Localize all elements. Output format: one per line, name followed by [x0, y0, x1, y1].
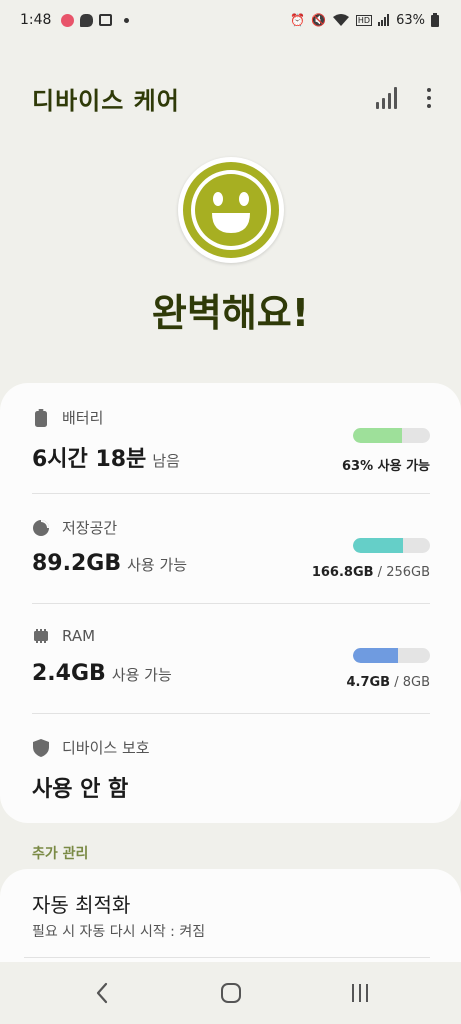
battery-percent: 63% [396, 12, 425, 28]
battery-icon [431, 13, 439, 27]
volte-icon: HD [355, 14, 373, 26]
list-divider [24, 957, 430, 958]
storage-available-suffix: 사용 가능 [127, 556, 188, 574]
device-summary-card: 배터리 6시간 18분 남음 63% 사용 가능 저장공간 89.2GB 사용 … [0, 383, 461, 823]
battery-remaining: 6시간 18분 [32, 447, 147, 472]
gallery-icon [99, 14, 113, 26]
battery-icon [32, 408, 50, 427]
battery-label: 배터리 [62, 409, 104, 427]
page-title: 디바이스 케어 [32, 86, 180, 115]
alarm-icon: ⏰ [290, 13, 305, 27]
status-bar: 1:48 ⏰ 🔇 HD 63% [0, 0, 461, 40]
app-bar: 디바이스 케어 [32, 78, 431, 118]
cell-signal-icon [378, 14, 390, 26]
battery-detail: 63% 사용 가능 [341, 459, 430, 474]
storage-used: 166.8GB [311, 565, 374, 580]
ram-used: 4.7GB [346, 675, 391, 690]
kakaotalk-icon [80, 13, 94, 27]
pie-chart-icon [32, 519, 50, 537]
ram-total: / 8GB [390, 675, 430, 690]
storage-progress-bar [353, 538, 430, 553]
auto-optimization-description: 필요 시 자동 다시 시작 : 켜짐 [32, 924, 206, 940]
storage-label: 저장공간 [62, 519, 118, 537]
battery-progress-bar [353, 428, 430, 443]
battery-remaining-suffix: 남음 [152, 452, 180, 470]
more-options-icon[interactable] [427, 88, 431, 108]
memory-chip-icon [32, 627, 50, 645]
device-protection-row[interactable]: 디바이스 보호 사용 안 함 [32, 713, 430, 823]
device-protection-status: 사용 안 함 [32, 777, 129, 802]
storage-total: / 256GB [373, 565, 430, 580]
battery-row[interactable]: 배터리 6시간 18분 남음 63% 사용 가능 [32, 383, 430, 493]
ram-progress-bar [353, 648, 430, 663]
alert-icon [61, 13, 75, 27]
storage-row[interactable]: 저장공간 89.2GB 사용 가능 166.8GB / 256GB [32, 493, 430, 603]
more-notifications-dot [124, 17, 130, 23]
auto-optimization-title: 자동 최적화 [32, 893, 131, 917]
storage-available: 89.2GB [32, 551, 122, 576]
status-title: 완벽해요! [151, 291, 310, 335]
status-face-icon [178, 157, 284, 263]
navigation-bar [0, 962, 461, 1024]
recents-icon[interactable] [345, 980, 375, 1006]
shield-icon [32, 738, 50, 757]
wifi-icon [332, 14, 349, 26]
status-time: 1:48 [20, 12, 52, 28]
ram-available-suffix: 사용 가능 [111, 666, 172, 684]
home-icon[interactable] [216, 980, 246, 1006]
mute-icon: 🔇 [310, 13, 326, 27]
additional-section-label: 추가 관리 [32, 846, 89, 862]
ram-available: 2.4GB [32, 661, 106, 686]
performance-stats-icon[interactable] [376, 87, 397, 109]
back-icon[interactable] [88, 980, 116, 1006]
ram-row[interactable]: RAM 2.4GB 사용 가능 4.7GB / 8GB [32, 603, 430, 713]
ram-label: RAM [62, 627, 96, 645]
device-protection-label: 디바이스 보호 [62, 739, 150, 757]
